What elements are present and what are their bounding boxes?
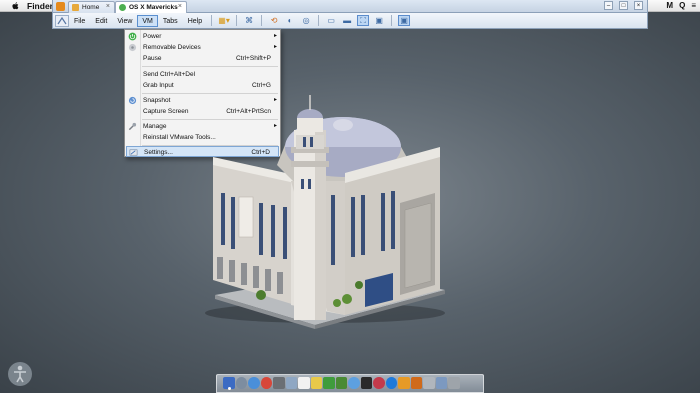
submenu-arrow-icon: ▸ [273, 44, 277, 50]
photo-booth-icon[interactable] [348, 377, 360, 389]
snapshot-manager-icon[interactable]: ◎ [300, 15, 312, 26]
notification-center-icon[interactable]: ≡ [691, 1, 696, 11]
tab-home[interactable]: Home × [68, 1, 115, 13]
tab-label: OS X Mavericks [129, 4, 178, 11]
fullscreen-icon[interactable]: ⛶ [357, 15, 370, 26]
toolbar-separator [261, 15, 263, 26]
contacts-icon[interactable] [285, 377, 297, 389]
menu-help[interactable]: Help [183, 15, 207, 27]
menu-item-label: Power [143, 33, 162, 40]
menu-vm[interactable]: VM [137, 14, 158, 27]
stretch-icon[interactable]: ▣ [373, 15, 385, 26]
menu-item-label: Send Ctrl+Alt+Del [143, 71, 196, 78]
removable-devices-icon [128, 43, 137, 52]
spotlight-icon[interactable]: Q [679, 1, 685, 11]
menu-item-label: Grab Input [143, 82, 174, 89]
building-illustration [205, 95, 445, 329]
dock-icons [223, 377, 460, 389]
menubar-status-area: M Q ≡ [666, 1, 696, 11]
documents-stack-icon[interactable] [435, 377, 447, 389]
finder-menu[interactable]: Finder [27, 1, 53, 11]
submenu-arrow-icon: ▸ [273, 33, 277, 39]
vmware-toolbar: File Edit View VM Tabs Help ▦▾ ⌘ ⟲ ◐ ◎ ▭… [52, 13, 648, 29]
menu-item-label: Snapshot [143, 97, 171, 104]
menu-separator [142, 66, 278, 67]
menu-item-label: Pause [143, 55, 162, 62]
window-controls: – □ × [604, 1, 643, 10]
itunes-icon[interactable] [360, 377, 372, 389]
close-icon[interactable]: × [106, 3, 110, 10]
unity-icon[interactable]: ▬ [341, 15, 353, 26]
notes-icon[interactable] [310, 377, 322, 389]
toolbar-separator [236, 15, 238, 26]
dock [216, 374, 484, 393]
menu-item-send-ctrl-alt-del[interactable]: Send Ctrl+Alt+Del [126, 69, 279, 80]
app-store-icon[interactable] [385, 377, 397, 389]
menu-file[interactable]: File [69, 15, 90, 27]
dock-running-indicator [228, 387, 231, 390]
menu-item-shortcut: Ctrl+Shift+P [235, 55, 271, 62]
menu-item-removable-devices[interactable]: Removable Devices ▸ [126, 42, 279, 53]
menu-edit[interactable]: Edit [90, 15, 112, 27]
wrench-icon [128, 122, 137, 131]
menu-item-label: Manage [143, 123, 167, 130]
system-preferences-icon[interactable] [398, 377, 410, 389]
snapshot-take-icon[interactable]: ⟲ [268, 15, 280, 26]
tab-os-x-mavericks[interactable]: OS X Mavericks × [115, 1, 187, 13]
menu-item-power[interactable]: Power ▸ [126, 31, 279, 42]
home-icon [72, 4, 79, 11]
accessibility-icon[interactable] [7, 361, 33, 387]
messages-icon[interactable] [323, 377, 335, 389]
downloads-stack-icon[interactable] [423, 377, 435, 389]
mail-icon[interactable] [273, 377, 285, 389]
toolbar-separator [318, 15, 320, 26]
snapshot-icon [128, 96, 137, 105]
minimize-button[interactable]: – [604, 1, 613, 10]
ibooks-icon[interactable] [373, 377, 385, 389]
menu-item-label: Capture Screen [143, 108, 189, 115]
power-dropdown-icon[interactable]: ▦▾ [218, 15, 230, 26]
power-icon [128, 32, 137, 41]
settings-icon [129, 149, 138, 156]
vmware-dock-icon[interactable] [410, 377, 422, 389]
thumbnail-bar-icon[interactable]: ▣ [398, 15, 411, 26]
menubar-status-item[interactable]: M [666, 1, 673, 11]
toolbar-separator [391, 15, 393, 26]
launchpad-icon[interactable] [235, 377, 247, 389]
close-window-button[interactable]: × [634, 1, 643, 10]
maximize-button[interactable]: □ [619, 1, 628, 10]
console-view-icon[interactable]: ▭ [325, 15, 337, 26]
tab-label: Home [82, 4, 100, 11]
menu-tabs[interactable]: Tabs [158, 15, 183, 27]
vmware-tab-bar: Home × OS X Mavericks × – □ × [52, 0, 648, 13]
facetime-icon[interactable] [335, 377, 347, 389]
toolbar-separator [211, 15, 213, 26]
safari-icon[interactable] [248, 377, 260, 389]
menu-item-pause[interactable]: Pause Ctrl+Shift+P [126, 53, 279, 64]
network-icon[interactable]: ⌘ [243, 15, 255, 26]
chrome-icon[interactable] [260, 377, 272, 389]
apple-icon[interactable] [11, 1, 20, 11]
snapshot-revert-icon[interactable]: ◐ [284, 15, 296, 26]
trash-icon[interactable] [448, 377, 460, 389]
vmware-app-icon[interactable] [56, 2, 65, 11]
menu-item-label: Removable Devices [143, 44, 201, 51]
calendar-icon[interactable] [298, 377, 310, 389]
menu-item-label: Settings... [144, 149, 173, 156]
close-icon[interactable]: × [178, 3, 182, 10]
menu-view[interactable]: View [112, 15, 137, 27]
library-toggle-icon[interactable] [55, 14, 69, 27]
vm-icon [119, 4, 126, 11]
